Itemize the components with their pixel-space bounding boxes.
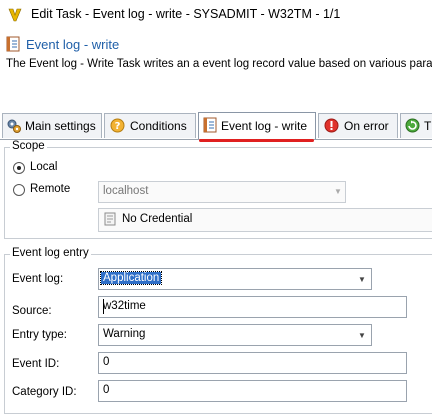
scope-legend: Scope [10, 140, 47, 152]
text-cursor [103, 299, 104, 314]
window-title: Edit Task - Event log - write - SYSADMIT… [31, 7, 341, 21]
event-id-value: 0 [103, 356, 110, 368]
local-radio-label: Local [30, 161, 58, 173]
entry-type-label: Entry type: [12, 329, 67, 341]
local-radio[interactable] [13, 162, 25, 174]
error-icon [324, 118, 339, 133]
source-label: Source: [12, 305, 52, 317]
active-tab-highlight [199, 139, 314, 142]
event-log-value-wrap: Application [99, 271, 163, 285]
category-id-value: 0 [103, 384, 110, 396]
tab-on-error-label: On error [344, 119, 389, 133]
category-id-input[interactable] [98, 380, 407, 402]
event-log-entry-legend: Event log entry [10, 247, 91, 259]
gears-icon [7, 119, 21, 133]
refresh-icon [405, 118, 420, 133]
page-description: The Event log - Write Task writes an a e… [6, 58, 432, 70]
tab-event-log-write-label: Event log - write [221, 119, 308, 133]
event-log-label: Event log: [12, 273, 64, 285]
event-id-input[interactable] [98, 352, 407, 374]
remote-radio[interactable] [13, 184, 25, 196]
chevron-down-icon: ▼ [334, 187, 342, 196]
app-logo-icon [8, 8, 22, 22]
page-title: Event log - write [26, 37, 120, 52]
tab-more-label: T [424, 119, 432, 133]
credential-label: No Credential [122, 213, 193, 225]
event-log-icon [203, 117, 217, 133]
source-value: w32time [103, 300, 146, 312]
category-id-label: Category ID: [12, 386, 77, 398]
event-id-label: Event ID: [12, 358, 60, 370]
entry-type-value: Warning [103, 328, 146, 340]
svg-text:?: ? [115, 121, 121, 132]
chevron-down-icon: ▼ [358, 331, 366, 340]
tab-main-settings-label: Main settings [25, 119, 96, 133]
credential-icon [104, 212, 116, 226]
chevron-down-icon: ▼ [358, 275, 366, 284]
remote-host-value: localhost [103, 185, 149, 197]
event-log-value: Application [99, 271, 163, 285]
tab-conditions-label: Conditions [130, 119, 187, 133]
question-icon: ? [110, 118, 125, 133]
remote-radio-label: Remote [30, 183, 71, 195]
event-log-icon [6, 36, 20, 52]
